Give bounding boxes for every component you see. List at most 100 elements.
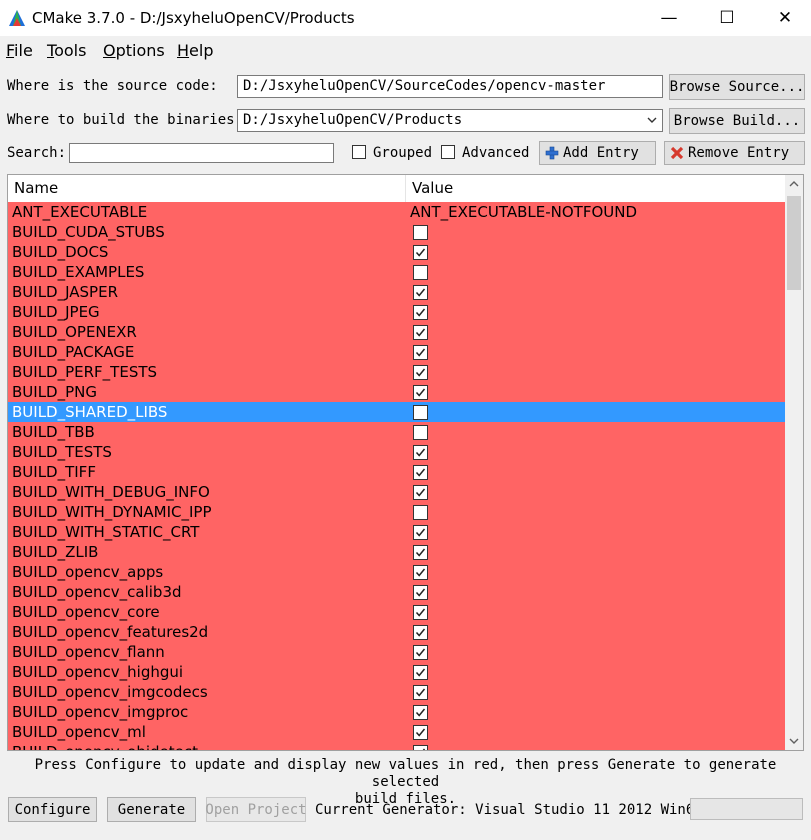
advanced-checkbox[interactable] <box>441 145 455 159</box>
grouped-checkbox[interactable] <box>352 145 366 159</box>
checkmark-icon <box>415 728 426 737</box>
menu-file[interactable]: File <box>6 41 33 60</box>
entry-value-checkbox[interactable] <box>413 285 428 300</box>
entry-name: BUILD_CUDA_STUBS <box>12 223 165 241</box>
entry-value[interactable]: ANT_EXECUTABLE-NOTFOUND <box>410 202 637 222</box>
entry-value-checkbox[interactable] <box>413 485 428 500</box>
entry-value-checkbox[interactable] <box>413 585 428 600</box>
table-row[interactable]: BUILD_opencv_objdetect <box>8 742 785 750</box>
table-row[interactable]: BUILD_opencv_highgui <box>8 662 785 682</box>
entry-value-checkbox[interactable] <box>413 525 428 540</box>
scroll-up-arrow-icon[interactable] <box>785 175 803 193</box>
entry-value-checkbox[interactable] <box>413 745 428 750</box>
table-row[interactable]: ANT_EXECUTABLE ANT_EXECUTABLE-NOTFOUND <box>8 202 785 222</box>
table-row[interactable]: BUILD_opencv_apps <box>8 562 785 582</box>
maximize-button[interactable]: ☐ <box>704 0 750 36</box>
title-bar: CMake 3.7.0 - D:/JsxyheluOpenCV/Products… <box>0 0 811 36</box>
menu-help[interactable]: Help <box>177 41 213 60</box>
table-row[interactable]: BUILD_OPENEXR <box>8 322 785 342</box>
table-row[interactable]: BUILD_DOCS <box>8 242 785 262</box>
table-row[interactable]: BUILD_opencv_ml <box>8 722 785 742</box>
table-row[interactable]: BUILD_TIFF <box>8 462 785 482</box>
entry-name: BUILD_JPEG <box>12 303 100 321</box>
open-project-button[interactable]: Open Project <box>205 797 307 822</box>
checkmark-icon <box>415 488 426 497</box>
entry-value-checkbox[interactable] <box>413 425 428 440</box>
table-row[interactable]: BUILD_ZLIB <box>8 542 785 562</box>
entry-value-checkbox[interactable] <box>413 345 428 360</box>
entry-name: BUILD_SHARED_LIBS <box>12 403 168 421</box>
entry-value-checkbox[interactable] <box>413 625 428 640</box>
browse-source-button[interactable]: Browse Source... <box>669 74 805 100</box>
add-entry-button[interactable]: Add Entry <box>539 141 656 165</box>
entry-value-checkbox[interactable] <box>413 365 428 380</box>
entry-value-checkbox[interactable] <box>413 545 428 560</box>
configure-button[interactable]: Configure <box>8 797 97 822</box>
scrollbar-thumb[interactable] <box>787 196 801 290</box>
remove-entry-button[interactable]: Remove Entry <box>664 141 805 165</box>
entry-value-checkbox[interactable] <box>413 665 428 680</box>
entry-value-checkbox[interactable] <box>413 465 428 480</box>
checkmark-icon <box>415 288 426 297</box>
column-header-name[interactable]: Name <box>8 175 406 202</box>
entry-name: ANT_EXECUTABLE <box>12 203 148 221</box>
table-row[interactable]: BUILD_JPEG <box>8 302 785 322</box>
entry-value-checkbox[interactable] <box>413 725 428 740</box>
generate-button[interactable]: Generate <box>107 797 196 822</box>
entry-value-checkbox[interactable] <box>413 685 428 700</box>
search-input[interactable] <box>69 143 334 163</box>
table-row[interactable]: BUILD_opencv_imgproc <box>8 702 785 722</box>
entry-value-checkbox[interactable] <box>413 705 428 720</box>
entry-value-checkbox[interactable] <box>413 325 428 340</box>
close-button[interactable]: ✕ <box>762 0 808 36</box>
table-row[interactable]: BUILD_PNG <box>8 382 785 402</box>
entry-value-checkbox[interactable] <box>413 305 428 320</box>
table-row[interactable]: BUILD_opencv_flann <box>8 642 785 662</box>
table-row[interactable]: BUILD_WITH_DEBUG_INFO <box>8 482 785 502</box>
table-row[interactable]: BUILD_WITH_STATIC_CRT <box>8 522 785 542</box>
table-row[interactable]: BUILD_PERF_TESTS <box>8 362 785 382</box>
entry-name: BUILD_opencv_apps <box>12 563 164 581</box>
entry-value-checkbox[interactable] <box>413 265 428 280</box>
entry-value-checkbox[interactable] <box>413 605 428 620</box>
table-row[interactable]: BUILD_opencv_features2d <box>8 622 785 642</box>
entry-name: BUILD_opencv_core <box>12 603 160 621</box>
entry-value-checkbox[interactable] <box>413 505 428 520</box>
entry-value-checkbox[interactable] <box>413 645 428 660</box>
menu-tools[interactable]: Tools <box>47 41 86 60</box>
table-row[interactable]: BUILD_SHARED_LIBS <box>8 402 785 422</box>
table-row[interactable]: BUILD_opencv_core <box>8 602 785 622</box>
entry-name: BUILD_PACKAGE <box>12 343 135 361</box>
menu-options[interactable]: Options <box>103 41 165 60</box>
table-row[interactable]: BUILD_TBB <box>8 422 785 442</box>
checkmark-icon <box>415 248 426 257</box>
table-row[interactable]: BUILD_opencv_imgcodecs <box>8 682 785 702</box>
build-path-combobox[interactable]: D:/JsxyheluOpenCV/Products <box>237 109 663 132</box>
entry-value-checkbox[interactable] <box>413 245 428 260</box>
column-header-value[interactable]: Value <box>406 175 785 202</box>
entry-name: BUILD_WITH_STATIC_CRT <box>12 523 200 541</box>
entry-name: BUILD_WITH_DEBUG_INFO <box>12 483 210 501</box>
table-row[interactable]: BUILD_CUDA_STUBS <box>8 222 785 242</box>
source-label: Where is the source code: <box>7 78 218 94</box>
entry-name: BUILD_OPENEXR <box>12 323 137 341</box>
table-row[interactable]: BUILD_opencv_calib3d <box>8 582 785 602</box>
entry-value-checkbox[interactable] <box>413 445 428 460</box>
source-path-input[interactable]: D:/JsxyheluOpenCV/SourceCodes/opencv-mas… <box>237 75 663 98</box>
vertical-scrollbar[interactable] <box>785 175 803 750</box>
table-row[interactable]: BUILD_JASPER <box>8 282 785 302</box>
scroll-down-arrow-icon[interactable] <box>785 732 803 750</box>
table-row[interactable]: BUILD_PACKAGE <box>8 342 785 362</box>
entry-value-checkbox[interactable] <box>413 385 428 400</box>
browse-build-button[interactable]: Browse Build... <box>669 108 805 134</box>
table-row[interactable]: BUILD_TESTS <box>8 442 785 462</box>
entry-value-checkbox[interactable] <box>413 565 428 580</box>
entry-value-checkbox[interactable] <box>413 405 428 420</box>
plus-icon <box>545 146 559 160</box>
checkmark-icon <box>415 388 426 397</box>
table-row[interactable]: BUILD_WITH_DYNAMIC_IPP <box>8 502 785 522</box>
entry-value-checkbox[interactable] <box>413 225 428 240</box>
menu-bar: File Tools Options Help <box>0 36 811 64</box>
table-row[interactable]: BUILD_EXAMPLES <box>8 262 785 282</box>
minimize-button[interactable]: — <box>646 0 692 36</box>
